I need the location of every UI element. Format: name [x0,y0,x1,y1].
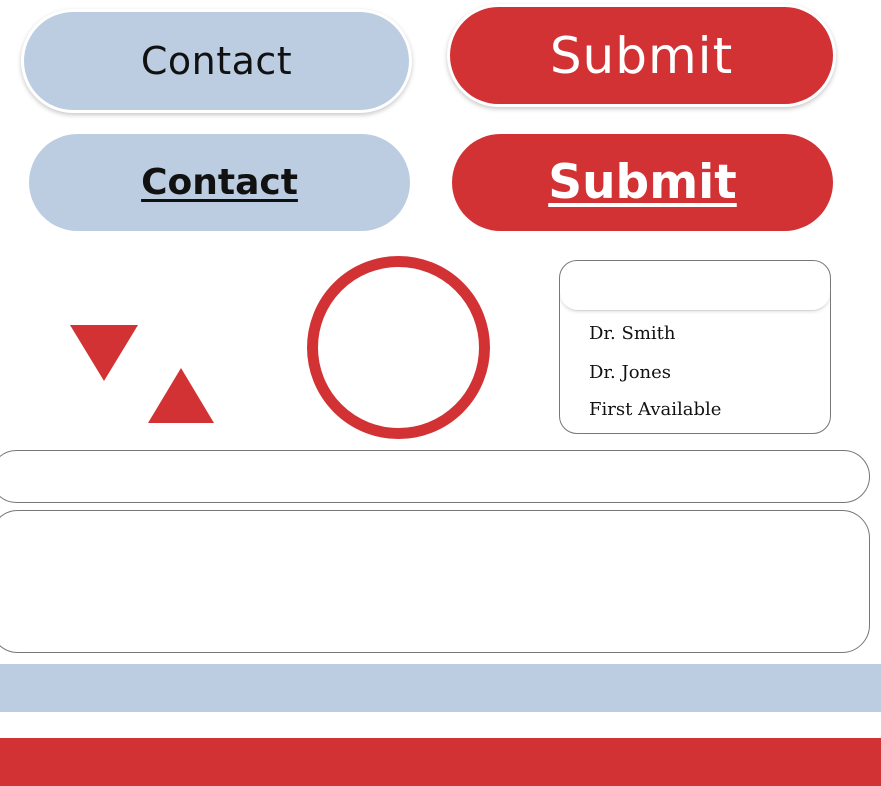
multi-line-text-area[interactable] [0,510,870,653]
doctor-select-dropdown[interactable]: Dr. Smith Dr. Jones First Available [559,260,831,434]
submit-button-label: Submit [549,26,734,85]
dropdown-option-dr-jones[interactable]: Dr. Jones [589,362,671,383]
dropdown-option-first-available[interactable]: First Available [589,399,721,420]
submit-button-flat[interactable]: Submit [452,134,833,231]
triangle-down-icon[interactable] [70,325,138,381]
submit-button-label: Submit [548,155,737,210]
dropdown-selected-field[interactable] [560,261,830,311]
blue-banner-bar [0,664,881,712]
circle-outline-icon[interactable] [307,256,490,439]
contact-button-flat[interactable]: Contact [29,134,410,231]
single-line-text-field[interactable] [0,450,870,503]
submit-button-raised[interactable]: Submit [450,7,833,104]
contact-button-label: Contact [141,162,298,203]
dropdown-option-dr-smith[interactable]: Dr. Smith [589,323,675,344]
contact-button-label: Contact [140,39,293,83]
triangle-up-icon[interactable] [148,368,214,423]
red-banner-bar [0,738,881,786]
contact-button-raised[interactable]: Contact [24,12,409,110]
